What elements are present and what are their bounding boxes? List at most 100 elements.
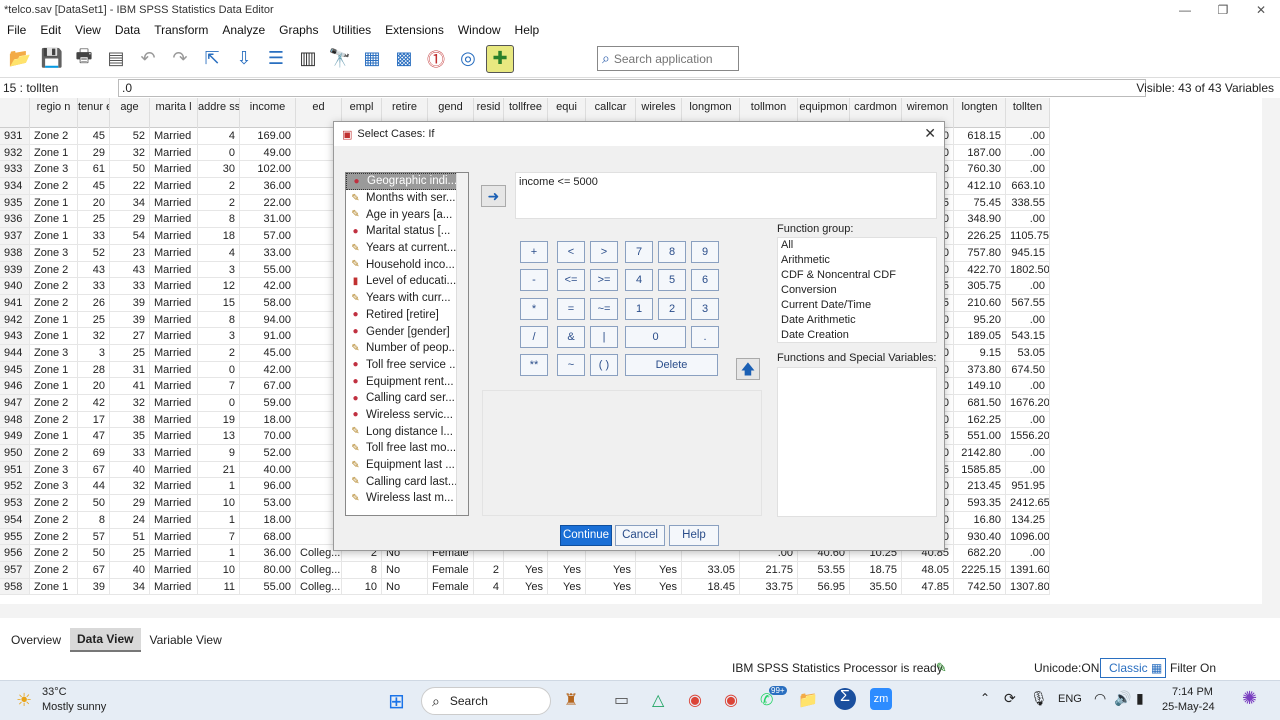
table-cell[interactable]: 39 <box>78 578 110 595</box>
menu-transform[interactable]: Transform <box>147 23 215 37</box>
table-cell[interactable]: .00 <box>1006 461 1050 478</box>
table-cell[interactable]: Zone 1 <box>30 144 78 161</box>
column-header[interactable]: tenur e <box>78 98 110 128</box>
keypad-key[interactable]: ~ <box>557 354 585 376</box>
table-cell[interactable]: 10 <box>198 495 240 511</box>
table-cell[interactable]: Married <box>150 344 198 361</box>
table-cell[interactable]: 43 <box>110 261 150 278</box>
table-cell[interactable]: 618.15 <box>954 128 1006 144</box>
tab-data-view[interactable]: Data View <box>70 628 141 652</box>
continue-button[interactable]: Continue <box>560 525 612 546</box>
table-cell[interactable]: 348.90 <box>954 211 1006 228</box>
find-icon[interactable]: 🔭 <box>326 45 354 73</box>
table-cell[interactable]: 20 <box>78 194 110 211</box>
function-group-item[interactable]: CDF & Noncentral CDF <box>778 268 936 283</box>
table-cell[interactable]: 53.00 <box>240 495 296 511</box>
table-cell[interactable]: 29 <box>110 211 150 228</box>
table-cell[interactable]: Married <box>150 144 198 161</box>
table-cell[interactable]: .00 <box>1006 545 1050 561</box>
table-cell[interactable]: Zone 2 <box>30 178 78 194</box>
menu-extensions[interactable]: Extensions <box>378 23 451 37</box>
table-cell[interactable]: Zone 2 <box>30 511 78 528</box>
run-descriptives-icon[interactable]: ▥ <box>294 45 322 73</box>
row-number[interactable]: 945 <box>0 361 30 378</box>
sync-icon[interactable]: ⟳ <box>1004 690 1016 707</box>
table-cell[interactable]: 11 <box>198 578 240 595</box>
table-cell[interactable]: 189.05 <box>954 328 1006 344</box>
insert-function-button[interactable]: 🡅 <box>736 358 760 380</box>
table-cell[interactable]: 1585.85 <box>954 461 1006 478</box>
function-group-item[interactable]: Date Arithmetic <box>778 313 936 328</box>
table-cell[interactable]: 663.10 <box>1006 178 1050 194</box>
copilot-icon[interactable]: ✺ <box>1242 688 1257 709</box>
table-cell[interactable]: 8 <box>198 211 240 228</box>
table-cell[interactable]: Zone 3 <box>30 244 78 261</box>
table-cell[interactable]: 38 <box>110 411 150 428</box>
menu-window[interactable]: Window <box>451 23 508 37</box>
keypad-key[interactable]: 0 <box>625 326 686 348</box>
table-cell[interactable]: Zone 3 <box>30 161 78 178</box>
table-cell[interactable]: 59.00 <box>240 395 296 411</box>
chrome-profile-icon[interactable]: ◉ <box>724 690 738 710</box>
table-cell[interactable]: 42.00 <box>240 361 296 378</box>
table-cell[interactable]: 70.00 <box>240 428 296 445</box>
table-cell[interactable]: 42.00 <box>240 278 296 294</box>
expression-field[interactable]: income <= 5000 <box>515 172 937 219</box>
table-cell[interactable]: 47.85 <box>902 578 954 595</box>
row-number[interactable]: 936 <box>0 211 30 228</box>
table-cell[interactable]: 41 <box>110 378 150 394</box>
keypad-key[interactable]: 9 <box>691 241 719 263</box>
table-cell[interactable]: 134.25 <box>1006 511 1050 528</box>
table-cell[interactable]: Yes <box>636 561 682 578</box>
table-cell[interactable]: 31 <box>110 361 150 378</box>
row-number[interactable]: 958 <box>0 578 30 595</box>
table-cell[interactable]: 33 <box>78 278 110 294</box>
table-cell[interactable]: 18.45 <box>682 578 740 595</box>
row-number[interactable]: 931 <box>0 128 30 144</box>
table-cell[interactable]: 373.80 <box>954 361 1006 378</box>
goto-case-icon[interactable]: ⇱ <box>198 45 226 73</box>
table-cell[interactable]: 593.35 <box>954 495 1006 511</box>
table-cell[interactable]: Married <box>150 244 198 261</box>
table-cell[interactable]: 33.05 <box>682 561 740 578</box>
minimize-button[interactable]: — <box>1166 0 1204 20</box>
table-cell[interactable]: 1391.60 <box>1006 561 1050 578</box>
tab-variable-view[interactable]: Variable View <box>143 629 229 651</box>
table-cell[interactable]: 53.05 <box>1006 344 1050 361</box>
table-cell[interactable]: Colleg... <box>296 578 342 595</box>
table-cell[interactable]: 18.00 <box>240 411 296 428</box>
table-cell[interactable]: 2 <box>198 194 240 211</box>
table-cell[interactable]: 43 <box>78 261 110 278</box>
table-cell[interactable]: 95.20 <box>954 311 1006 328</box>
table-cell[interactable]: 1676.20 <box>1006 395 1050 411</box>
cancel-button[interactable]: Cancel <box>615 525 665 546</box>
variable-list-item[interactable]: ▮ Level of educati... <box>346 273 468 290</box>
variable-list-item[interactable]: ✎ Calling card last... <box>346 473 468 490</box>
table-cell[interactable]: 68.00 <box>240 528 296 545</box>
table-cell[interactable]: Zone 3 <box>30 461 78 478</box>
table-cell[interactable]: Zone 1 <box>30 228 78 244</box>
menu-edit[interactable]: Edit <box>33 23 68 37</box>
table-cell[interactable]: Married <box>150 511 198 528</box>
vertical-scrollbar[interactable] <box>1262 98 1280 604</box>
table-cell[interactable]: 1802.50 <box>1006 261 1050 278</box>
row-number[interactable]: 938 <box>0 244 30 261</box>
row-number[interactable]: 935 <box>0 194 30 211</box>
table-cell[interactable]: Zone 2 <box>30 528 78 545</box>
variable-list-item[interactable]: ✎ Wireless last m... <box>346 490 468 507</box>
table-cell[interactable]: 10 <box>198 561 240 578</box>
table-cell[interactable]: 50 <box>78 545 110 561</box>
table-cell[interactable]: Married <box>150 294 198 311</box>
row-number[interactable]: 954 <box>0 511 30 528</box>
table-cell[interactable]: Yes <box>504 578 548 595</box>
table-cell[interactable]: 4 <box>474 578 504 595</box>
row-number[interactable]: 934 <box>0 178 30 194</box>
table-cell[interactable]: 40.00 <box>240 461 296 478</box>
table-cell[interactable]: Zone 2 <box>30 545 78 561</box>
row-number[interactable]: 955 <box>0 528 30 545</box>
use-variable-sets-icon[interactable]: ✚ <box>486 44 514 73</box>
table-cell[interactable]: 13 <box>198 428 240 445</box>
maximize-button[interactable]: ❐ <box>1204 0 1242 20</box>
keypad-key[interactable]: > <box>590 241 618 263</box>
table-cell[interactable]: Married <box>150 495 198 511</box>
